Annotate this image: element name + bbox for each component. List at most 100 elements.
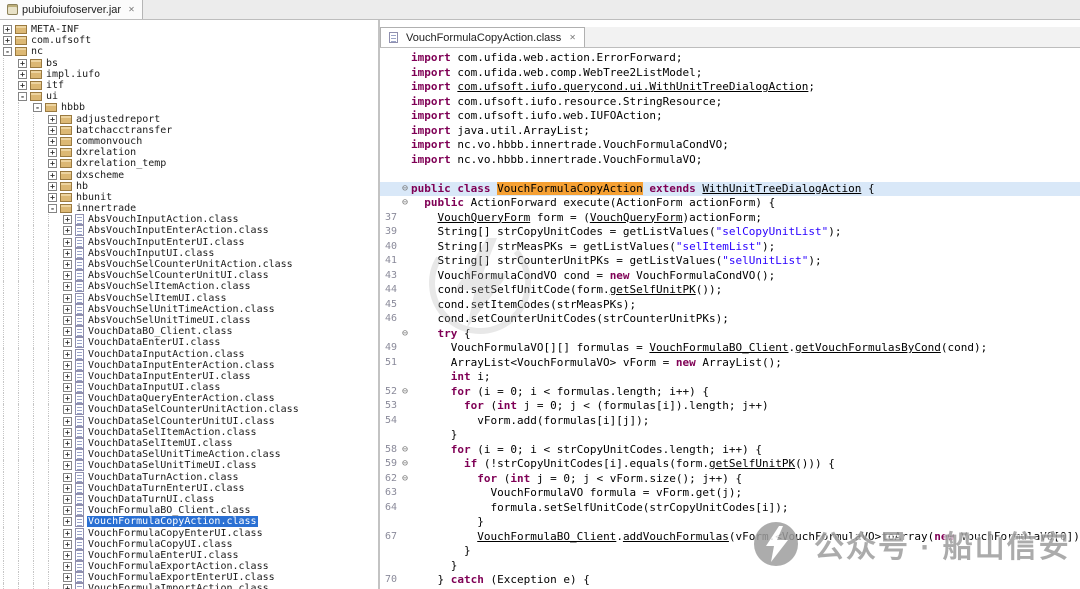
collapse-icon[interactable]: - <box>48 204 57 213</box>
expand-icon[interactable]: + <box>63 461 72 470</box>
expand-icon[interactable]: + <box>63 405 72 414</box>
expand-icon[interactable]: + <box>63 473 72 482</box>
expand-icon[interactable]: + <box>63 584 72 589</box>
expand-icon[interactable]: + <box>63 529 72 538</box>
tree-package-row[interactable]: -nc <box>3 46 378 57</box>
tree-class-row[interactable]: +VouchDataBO_Client.class <box>3 326 378 337</box>
fold-collapse-icon[interactable]: ⊖ <box>399 182 411 197</box>
tree-class-row[interactable]: +AbsVouchInputEnterUI.class <box>3 237 378 248</box>
expand-icon[interactable]: + <box>63 282 72 291</box>
tree-package-row[interactable]: +bs <box>3 58 378 69</box>
expand-icon[interactable]: + <box>63 484 72 493</box>
expand-icon[interactable]: + <box>48 148 57 157</box>
tree-package-row[interactable]: +hb <box>3 181 378 192</box>
fold-collapse-icon[interactable]: ⊖ <box>399 443 411 458</box>
tree-package-row[interactable]: +itf <box>3 80 378 91</box>
expand-icon[interactable]: + <box>48 171 57 180</box>
expand-icon[interactable]: + <box>48 193 57 202</box>
expand-icon[interactable]: + <box>63 294 72 303</box>
fold-collapse-icon[interactable]: ⊖ <box>399 457 411 472</box>
expand-icon[interactable]: + <box>63 383 72 392</box>
tree-class-row[interactable]: +AbsVouchInputUI.class <box>3 248 378 259</box>
expand-icon[interactable]: + <box>48 115 57 124</box>
tree-class-row[interactable]: +VouchDataTurnAction.class <box>3 472 378 483</box>
tree-class-row[interactable]: +VouchDataSelCounterUnitAction.class <box>3 404 378 415</box>
expand-icon[interactable]: + <box>3 25 12 34</box>
tree-class-row[interactable]: +VouchDataInputEnterAction.class <box>3 360 378 371</box>
expand-icon[interactable]: + <box>63 238 72 247</box>
tree-package-row[interactable]: +commonvouch <box>3 136 378 147</box>
tree-package-row[interactable]: -hbbb <box>3 102 378 113</box>
tree-class-row[interactable]: +VouchDataInputUI.class <box>3 382 378 393</box>
expand-icon[interactable]: + <box>63 551 72 560</box>
expand-icon[interactable]: + <box>18 70 27 79</box>
expand-icon[interactable]: + <box>63 495 72 504</box>
expand-icon[interactable]: + <box>63 338 72 347</box>
expand-icon[interactable]: + <box>48 159 57 168</box>
tree-package-row[interactable]: +META-INF <box>3 24 378 35</box>
expand-icon[interactable]: + <box>48 182 57 191</box>
collapse-icon[interactable]: - <box>18 92 27 101</box>
tree-class-row[interactable]: +VouchDataSelCounterUnitUI.class <box>3 416 378 427</box>
tree-class-row[interactable]: +VouchDataSelItemUI.class <box>3 438 378 449</box>
tree-class-row[interactable]: +AbsVouchSelItemUI.class <box>3 293 378 304</box>
expand-icon[interactable]: + <box>63 450 72 459</box>
expand-icon[interactable]: + <box>63 350 72 359</box>
collapse-icon[interactable]: - <box>33 103 42 112</box>
expand-icon[interactable]: + <box>63 428 72 437</box>
expand-icon[interactable]: + <box>63 394 72 403</box>
collapse-icon[interactable]: - <box>3 47 12 56</box>
tree-package-row[interactable]: +hbunit <box>3 192 378 203</box>
expand-icon[interactable]: + <box>48 137 57 146</box>
expand-icon[interactable]: + <box>63 573 72 582</box>
tree-class-row[interactable]: +VouchFormulaExportAction.class <box>3 561 378 572</box>
tree-package-row[interactable]: +impl.iufo <box>3 69 378 80</box>
tree-class-row[interactable]: +VouchDataSelUnitTimeAction.class <box>3 449 378 460</box>
tree-class-row[interactable]: +AbsVouchInputAction.class <box>3 214 378 225</box>
expand-icon[interactable]: + <box>48 126 57 135</box>
tree-class-row[interactable]: +VouchDataTurnEnterUI.class <box>3 483 378 494</box>
expand-icon[interactable]: + <box>63 226 72 235</box>
close-icon[interactable]: ✕ <box>128 5 135 14</box>
expand-icon[interactable]: + <box>63 327 72 336</box>
tree-package-row[interactable]: +batchacctransfer <box>3 125 378 136</box>
tree-class-row[interactable]: +VouchFormulaCopyEnterUI.class <box>3 527 378 538</box>
expand-icon[interactable]: + <box>63 372 72 381</box>
close-icon[interactable]: ✕ <box>569 33 576 42</box>
tree-package-row[interactable]: +dxscheme <box>3 169 378 180</box>
expand-icon[interactable]: + <box>63 215 72 224</box>
expand-icon[interactable]: + <box>63 260 72 269</box>
fold-collapse-icon[interactable]: ⊖ <box>399 385 411 400</box>
expand-icon[interactable]: + <box>18 59 27 68</box>
tree-class-row[interactable]: +VouchDataTurnUI.class <box>3 494 378 505</box>
expand-icon[interactable]: + <box>63 417 72 426</box>
expand-icon[interactable]: + <box>63 305 72 314</box>
tree-class-row[interactable]: +AbsVouchSelUnitTimeUI.class <box>3 315 378 326</box>
fold-collapse-icon[interactable]: ⊖ <box>399 196 411 211</box>
expand-icon[interactable]: + <box>18 81 27 90</box>
tree-class-row[interactable]: +VouchFormulaBO_Client.class <box>3 505 378 516</box>
tree-package-row[interactable]: +dxrelation <box>3 147 378 158</box>
expand-icon[interactable]: + <box>63 316 72 325</box>
code-editor[interactable]: import com.ufida.web.action.ErrorForward… <box>380 48 1080 589</box>
tree-class-row[interactable]: +VouchDataSelUnitTimeUI.class <box>3 460 378 471</box>
tree-class-row[interactable]: +AbsVouchSelCounterUnitAction.class <box>3 259 378 270</box>
tree-class-row[interactable]: +VouchDataEnterUI.class <box>3 337 378 348</box>
tree-class-row[interactable]: +VouchDataInputEnterUI.class <box>3 371 378 382</box>
expand-icon[interactable]: + <box>3 36 12 45</box>
tree-class-row[interactable]: +AbsVouchSelCounterUnitUI.class <box>3 270 378 281</box>
expand-icon[interactable]: + <box>63 271 72 280</box>
tree-class-row[interactable]: +VouchFormulaImportAction.class <box>3 583 378 589</box>
fold-collapse-icon[interactable]: ⊖ <box>399 472 411 487</box>
expand-icon[interactable]: + <box>63 439 72 448</box>
tree-class-row[interactable]: +AbsVouchSelUnitTimeAction.class <box>3 304 378 315</box>
fold-collapse-icon[interactable]: ⊖ <box>399 327 411 342</box>
tree-package-row[interactable]: -innertrade <box>3 203 378 214</box>
editor-tab[interactable]: VouchFormulaCopyAction.class ✕ <box>380 27 585 47</box>
tree-class-row[interactable]: +VouchFormulaEnterUI.class <box>3 550 378 561</box>
expand-icon[interactable]: + <box>63 517 72 526</box>
tree-class-row[interactable]: +VouchFormulaCopyUI.class <box>3 539 378 550</box>
tree-class-row[interactable]: +VouchDataQueryEnterAction.class <box>3 393 378 404</box>
tree-package-row[interactable]: +com.ufsoft <box>3 35 378 46</box>
expand-icon[interactable]: + <box>63 506 72 515</box>
